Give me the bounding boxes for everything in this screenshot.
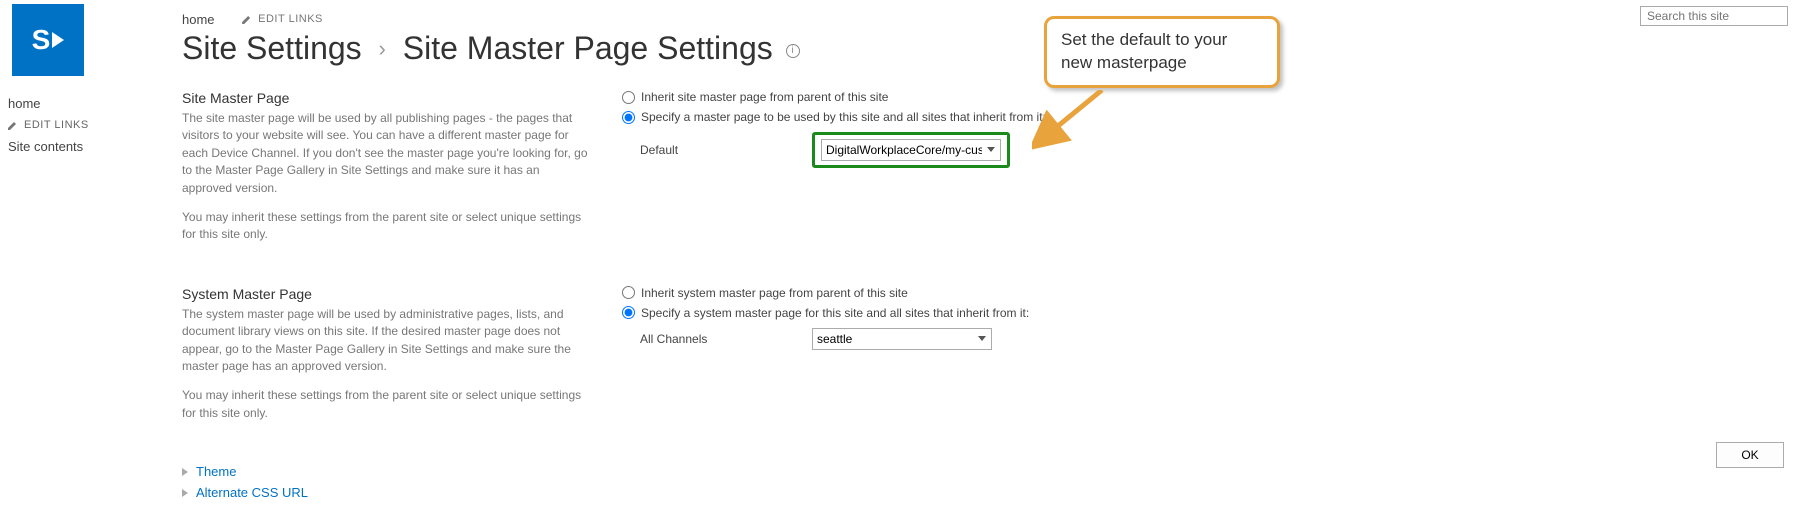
site-master-select[interactable]: DigitalWorkplaceCore/my-cust [821, 139, 1001, 161]
section-system-master: System Master Page The system master pag… [182, 286, 1202, 434]
system-master-heading: System Master Page [182, 286, 590, 302]
expand-css-label: Alternate CSS URL [196, 485, 308, 500]
radio-inherit-system-label: Inherit system master page from parent o… [641, 286, 908, 300]
site-master-heading: Site Master Page [182, 90, 590, 106]
radio-inherit-site[interactable] [622, 91, 635, 104]
system-master-desc2: You may inherit these settings from the … [182, 387, 590, 422]
default-select-highlight: DigitalWorkplaceCore/my-cust [812, 132, 1010, 168]
breadcrumb: home EDIT LINKS [182, 12, 323, 27]
expand-css[interactable]: Alternate CSS URL [182, 485, 1202, 500]
system-master-channels-label: All Channels [622, 332, 812, 346]
triangle-right-icon [182, 489, 188, 497]
sharepoint-logo[interactable]: S [12, 4, 84, 76]
site-master-default-label: Default [622, 143, 812, 157]
left-nav-home[interactable]: home [8, 96, 158, 111]
page-title-suffix: Site Master Page Settings [403, 30, 773, 66]
left-nav-edit-links[interactable]: EDIT LINKS [8, 119, 158, 131]
edit-links-top[interactable]: EDIT LINKS [242, 13, 323, 25]
breadcrumb-caret-icon: › [379, 36, 386, 61]
radio-specify-system[interactable] [622, 306, 635, 319]
left-nav-edit-links-label: EDIT LINKS [24, 119, 89, 131]
callout-arrow-icon [1032, 90, 1132, 160]
edit-links-top-label: EDIT LINKS [258, 13, 323, 25]
logo-s-glyph: S [32, 24, 51, 56]
left-nav-site-contents[interactable]: Site contents [8, 139, 158, 154]
logo-arrow-icon [52, 32, 64, 48]
radio-specify-site[interactable] [622, 111, 635, 124]
site-master-desc1: The site master page will be used by all… [182, 110, 590, 197]
ok-button[interactable]: OK [1716, 442, 1784, 468]
left-nav: home EDIT LINKS Site contents [8, 96, 158, 162]
system-master-desc1: The system master page will be used by a… [182, 306, 590, 376]
triangle-right-icon [182, 468, 188, 476]
pencil-icon [8, 120, 18, 130]
radio-inherit-site-label: Inherit site master page from parent of … [641, 90, 888, 104]
system-master-select[interactable]: seattle [812, 328, 992, 350]
site-master-desc2: You may inherit these settings from the … [182, 209, 590, 244]
instruction-callout: Set the default to your new masterpage [1044, 16, 1280, 88]
info-icon[interactable]: i [786, 44, 800, 58]
search-input[interactable] [1640, 6, 1788, 26]
radio-specify-system-label: Specify a system master page for this si… [641, 306, 1029, 320]
pencil-icon [242, 14, 252, 24]
radio-inherit-system[interactable] [622, 286, 635, 299]
page-title-prefix: Site Settings [182, 30, 362, 66]
breadcrumb-home[interactable]: home [182, 12, 215, 27]
callout-text: Set the default to your new masterpage [1061, 30, 1227, 72]
expand-theme-label: Theme [196, 464, 236, 479]
expand-theme[interactable]: Theme [182, 464, 1202, 479]
radio-specify-site-label: Specify a master page to be used by this… [641, 110, 1046, 124]
page-title: Site Settings › Site Master Page Setting… [182, 30, 800, 67]
